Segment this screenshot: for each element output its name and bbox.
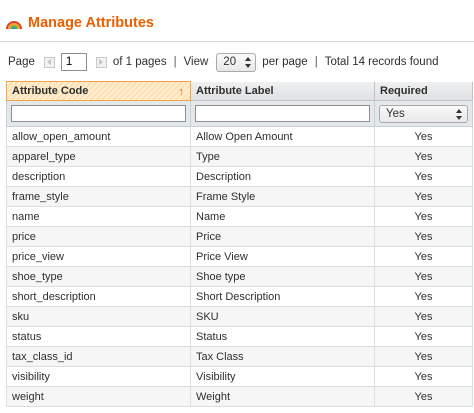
header-divider bbox=[0, 41, 474, 42]
required-cell: Yes bbox=[374, 186, 473, 207]
attribute-label-cell: Visibility bbox=[190, 366, 375, 387]
required-cell: Yes bbox=[374, 366, 473, 387]
required-cell: Yes bbox=[374, 126, 473, 147]
required-cell: Yes bbox=[374, 146, 473, 167]
required-cell: Yes bbox=[374, 246, 473, 267]
column-header-attribute-label[interactable]: Attribute Label bbox=[190, 81, 375, 101]
arrow-left-icon bbox=[47, 59, 52, 65]
table-row[interactable]: weight Weight Yes bbox=[6, 386, 473, 407]
attribute-code-cell: frame_style bbox=[6, 186, 191, 207]
attribute-label-filter-input[interactable] bbox=[195, 105, 370, 122]
column-header-required[interactable]: Required bbox=[374, 81, 473, 101]
required-cell: Yes bbox=[374, 386, 473, 407]
required-cell: Yes bbox=[374, 306, 473, 327]
attribute-code-cell: price_view bbox=[6, 246, 191, 267]
separator: | bbox=[314, 56, 318, 68]
table-row[interactable]: frame_style Frame Style Yes bbox=[6, 186, 473, 207]
table-row[interactable]: sku SKU Yes bbox=[6, 306, 473, 327]
column-label: Required bbox=[380, 84, 428, 97]
attribute-code-cell: short_description bbox=[6, 286, 191, 307]
limit-select[interactable]: 20 bbox=[216, 52, 257, 72]
attribute-label-cell: Name bbox=[190, 206, 375, 227]
attribute-label-cell: Price bbox=[190, 226, 375, 247]
required-cell: Yes bbox=[374, 326, 473, 347]
per-page-label: per page bbox=[262, 56, 308, 68]
attribute-label-cell: Allow Open Amount bbox=[190, 126, 375, 147]
attribute-code-cell: shoe_type bbox=[6, 266, 191, 287]
attribute-code-cell: sku bbox=[6, 306, 191, 327]
required-cell: Yes bbox=[374, 226, 473, 247]
sort-ascending-icon: ↑ bbox=[178, 86, 185, 98]
limit-value: 20 bbox=[223, 56, 237, 68]
table-row[interactable]: allow_open_amount Allow Open Amount Yes bbox=[6, 126, 473, 147]
attribute-code-cell: tax_class_id bbox=[6, 346, 191, 367]
select-arrows-icon bbox=[245, 56, 252, 68]
column-label: Attribute Code bbox=[12, 85, 89, 97]
attribute-code-cell: description bbox=[6, 166, 191, 187]
attribute-label-cell: SKU bbox=[190, 306, 375, 327]
attribute-code-cell: allow_open_amount bbox=[6, 126, 191, 147]
attribute-label-cell: Type bbox=[190, 146, 375, 167]
table-row[interactable]: description Description Yes bbox=[6, 166, 473, 187]
required-cell: Yes bbox=[374, 266, 473, 287]
pager: Page of 1 pages | View 20 per page | Tot… bbox=[8, 52, 439, 72]
rainbow-icon bbox=[6, 21, 22, 30]
attribute-code-filter-input[interactable] bbox=[11, 105, 186, 122]
separator: | bbox=[173, 56, 177, 68]
attribute-label-cell: Description bbox=[190, 166, 375, 187]
filter-cell: Yes bbox=[374, 100, 473, 127]
page-number-input[interactable] bbox=[60, 53, 87, 71]
previous-page-button[interactable] bbox=[43, 56, 55, 68]
page-count: of 1 pages bbox=[112, 56, 167, 68]
attribute-label-cell: Price View bbox=[190, 246, 375, 267]
required-cell: Yes bbox=[374, 166, 473, 187]
arrow-right-icon bbox=[99, 59, 104, 65]
attribute-label-cell: Shoe type bbox=[190, 266, 375, 287]
select-arrows-icon bbox=[456, 108, 462, 120]
attribute-label-cell: Weight bbox=[190, 386, 375, 407]
attribute-code-cell: visibility bbox=[6, 366, 191, 387]
filter-cell bbox=[190, 100, 375, 127]
required-cell: Yes bbox=[374, 206, 473, 227]
attribute-label-cell: Tax Class bbox=[190, 346, 375, 367]
page-label: Page bbox=[8, 56, 35, 68]
table-row[interactable]: price_view Price View Yes bbox=[6, 246, 473, 267]
column-label: Attribute Label bbox=[196, 84, 274, 97]
table-row[interactable]: visibility Visibility Yes bbox=[6, 366, 473, 387]
table-row[interactable]: name Name Yes bbox=[6, 206, 473, 227]
grid-header-row: Attribute Code ↑ Attribute Label Require… bbox=[6, 81, 473, 101]
next-page-button[interactable] bbox=[95, 56, 107, 68]
table-row[interactable]: status Status Yes bbox=[6, 326, 473, 347]
attribute-code-cell: apparel_type bbox=[6, 146, 191, 167]
attribute-label-cell: Short Description bbox=[190, 286, 375, 307]
required-cell: Yes bbox=[374, 346, 473, 367]
attribute-code-cell: name bbox=[6, 206, 191, 227]
table-row[interactable]: price Price Yes bbox=[6, 226, 473, 247]
table-row[interactable]: short_description Short Description Yes bbox=[6, 286, 473, 307]
attribute-code-cell: price bbox=[6, 226, 191, 247]
total-records: Total 14 records found bbox=[324, 56, 439, 68]
attribute-label-cell: Frame Style bbox=[190, 186, 375, 207]
required-cell: Yes bbox=[374, 286, 473, 307]
column-header-attribute-code[interactable]: Attribute Code ↑ bbox=[6, 81, 191, 101]
grid-body: allow_open_amount Allow Open Amount Yes app… bbox=[6, 126, 473, 407]
required-filter-value: Yes bbox=[386, 107, 405, 120]
attribute-code-cell: status bbox=[6, 326, 191, 347]
view-label: View bbox=[183, 56, 209, 68]
page-title: Manage Attributes bbox=[28, 15, 154, 31]
table-row[interactable]: apparel_type Type Yes bbox=[6, 146, 473, 167]
table-row[interactable]: tax_class_id Tax Class Yes bbox=[6, 346, 473, 367]
filter-cell bbox=[6, 100, 191, 127]
page-header: Manage Attributes bbox=[6, 12, 154, 34]
table-row[interactable]: shoe_type Shoe type Yes bbox=[6, 266, 473, 287]
grid-filter-row: Yes bbox=[6, 100, 473, 127]
attribute-code-cell: weight bbox=[6, 386, 191, 407]
required-filter-select[interactable]: Yes bbox=[379, 104, 468, 123]
attribute-label-cell: Status bbox=[190, 326, 375, 347]
attributes-grid: Attribute Code ↑ Attribute Label Require… bbox=[6, 81, 473, 407]
